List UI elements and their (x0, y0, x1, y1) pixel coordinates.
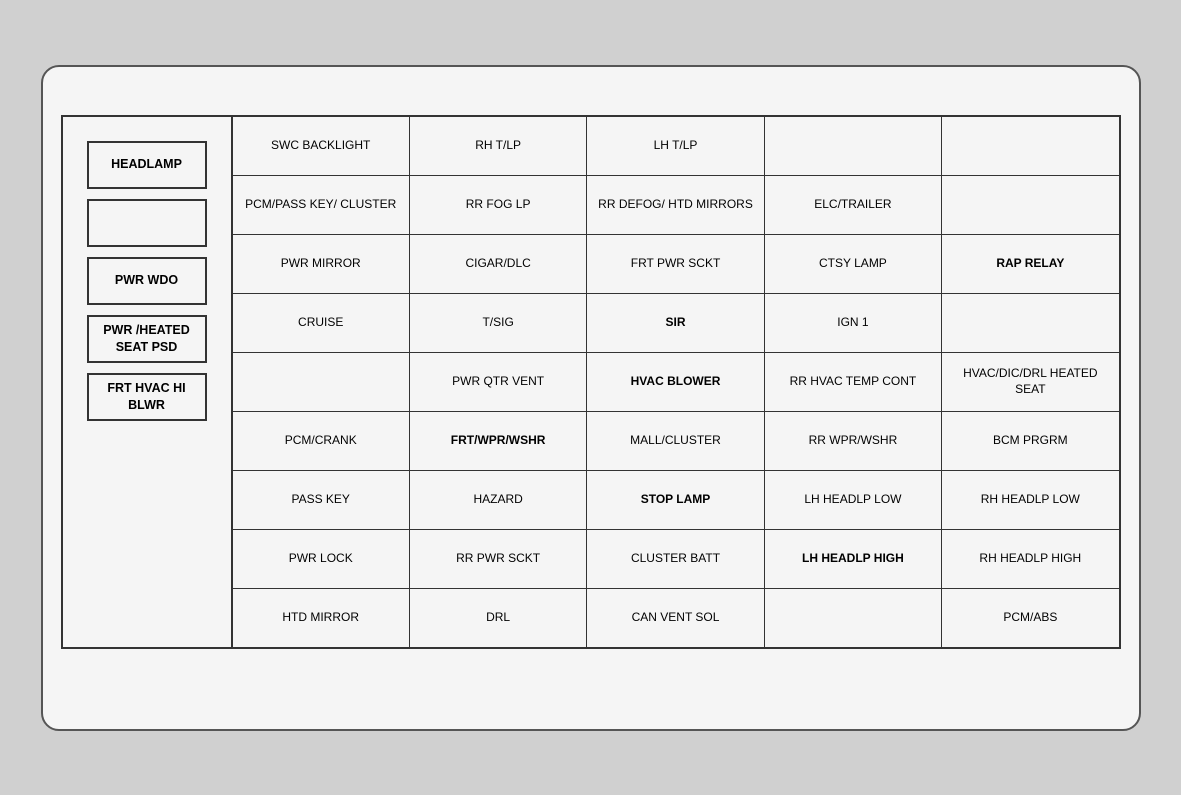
grid-cell-4-3: RR HVAC TEMP CONT (765, 353, 942, 411)
grid-cell-7-3: LH HEADLP HIGH (765, 530, 942, 588)
grid-cell-5-2: MALL/CLUSTER (587, 412, 764, 470)
grid-cell-1-0: PCM/PASS KEY/ CLUSTER (233, 176, 410, 234)
grid-cell-7-0: PWR LOCK (233, 530, 410, 588)
grid-cell-8-0: HTD MIRROR (233, 589, 410, 647)
grid-cell-3-3: IGN 1 (765, 294, 942, 352)
grid-cell-0-0: SWC BACKLIGHT (233, 117, 410, 175)
grid-cell-4-4: HVAC/DIC/DRL HEATED SEAT (942, 353, 1118, 411)
grid-row-5: PCM/CRANKFRT/WPR/WSHRMALL/CLUSTERRR WPR/… (233, 412, 1119, 471)
grid-cell-4-2: HVAC BLOWER (587, 353, 764, 411)
grid-row-2: PWR MIRRORCIGAR/DLCFRT PWR SCKTCTSY LAMP… (233, 235, 1119, 294)
grid-cell-1-1: RR FOG LP (410, 176, 587, 234)
grid-row-0: SWC BACKLIGHTRH T/LPLH T/LP (233, 117, 1119, 176)
breaker-box-3: PWR /HEATED SEAT PSD (87, 315, 207, 363)
top-bar (61, 85, 1121, 115)
grid-cell-0-4 (942, 117, 1118, 175)
grid-cell-3-0: CRUISE (233, 294, 410, 352)
grid-cell-7-4: RH HEADLP HIGH (942, 530, 1118, 588)
grid-row-8: HTD MIRRORDRLCAN VENT SOL PCM/ABS (233, 589, 1119, 647)
main-table: HEADLAMP PWR WDO PWR /HEATED SEAT PSD FRT H… (61, 115, 1121, 649)
grid-cell-3-4 (942, 294, 1118, 352)
grid-cell-0-2: LH T/LP (587, 117, 764, 175)
grid-cell-8-4: PCM/ABS (942, 589, 1118, 647)
grid-cell-6-1: HAZARD (410, 471, 587, 529)
grid-row-6: PASS KEYHAZARDSTOP LAMPLH HEADLP LOWRH H… (233, 471, 1119, 530)
grid-row-4: PWR QTR VENTHVAC BLOWERRR HVAC TEMP CONT… (233, 353, 1119, 412)
grid-cell-4-0 (233, 353, 410, 411)
grid-cell-5-3: RR WPR/WSHR (765, 412, 942, 470)
grid-cell-1-3: ELC/TRAILER (765, 176, 942, 234)
left-panel: HEADLAMP PWR WDO PWR /HEATED SEAT PSD FRT H… (63, 117, 233, 647)
grid-cell-8-3 (765, 589, 942, 647)
grid-cell-4-1: PWR QTR VENT (410, 353, 587, 411)
grid-cell-2-1: CIGAR/DLC (410, 235, 587, 293)
grid-cell-7-2: CLUSTER BATT (587, 530, 764, 588)
grid-row-1: PCM/PASS KEY/ CLUSTERRR FOG LPRR DEFOG/ … (233, 176, 1119, 235)
right-grid: SWC BACKLIGHTRH T/LPLH T/LPPCM/PASS KEY/… (233, 117, 1119, 647)
grid-cell-5-0: PCM/CRANK (233, 412, 410, 470)
grid-cell-3-1: T/SIG (410, 294, 587, 352)
grid-cell-2-4: RAP RELAY (942, 235, 1118, 293)
breaker-box-0: HEADLAMP (87, 141, 207, 189)
grid-cell-6-4: RH HEADLP LOW (942, 471, 1118, 529)
grid-cell-2-2: FRT PWR SCKT (587, 235, 764, 293)
breaker-box-1 (87, 199, 207, 247)
grid-cell-6-3: LH HEADLP LOW (765, 471, 942, 529)
grid-cell-5-1: FRT/WPR/WSHR (410, 412, 587, 470)
grid-cell-6-2: STOP LAMP (587, 471, 764, 529)
grid-cell-1-4 (942, 176, 1118, 234)
outer-card: HEADLAMP PWR WDO PWR /HEATED SEAT PSD FRT H… (41, 65, 1141, 731)
grid-cell-3-2: SIR (587, 294, 764, 352)
grid-cell-2-3: CTSY LAMP (765, 235, 942, 293)
grid-cell-1-2: RR DEFOG/ HTD MIRRORS (587, 176, 764, 234)
breaker-box-4: FRT HVAC HI BLWR (87, 373, 207, 421)
bottom-area (61, 649, 1121, 689)
grid-cell-8-1: DRL (410, 589, 587, 647)
grid-cell-7-1: RR PWR SCKT (410, 530, 587, 588)
grid-cell-2-0: PWR MIRROR (233, 235, 410, 293)
grid-cell-0-1: RH T/LP (410, 117, 587, 175)
grid-cell-8-2: CAN VENT SOL (587, 589, 764, 647)
grid-row-3: CRUISET/SIGSIRIGN 1 (233, 294, 1119, 353)
grid-cell-5-4: BCM PRGRM (942, 412, 1118, 470)
grid-row-7: PWR LOCKRR PWR SCKTCLUSTER BATTLH HEADLP… (233, 530, 1119, 589)
grid-cell-0-3 (765, 117, 942, 175)
breaker-box-2: PWR WDO (87, 257, 207, 305)
grid-cell-6-0: PASS KEY (233, 471, 410, 529)
